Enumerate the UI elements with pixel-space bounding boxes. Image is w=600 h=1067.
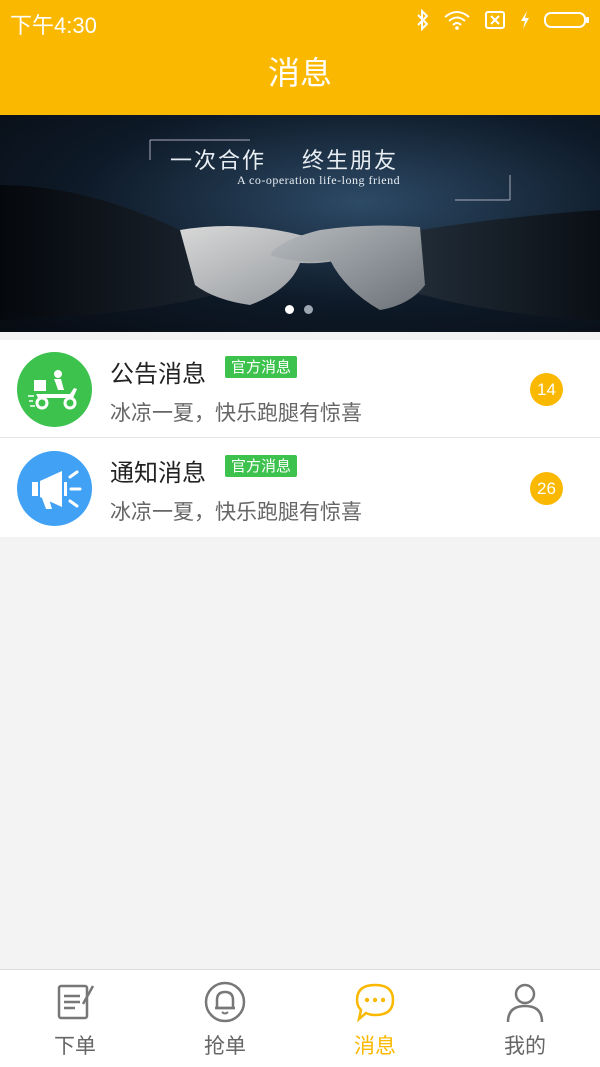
delivery-scooter-icon (27, 369, 77, 409)
carousel-indicator (285, 305, 313, 314)
battery-icon (544, 12, 589, 28)
message-item-announcement[interactable]: 公告消息 官方消息 冰凉一夏，快乐跑腿有惊喜 14 (0, 340, 600, 438)
banner-carousel[interactable]: 一次合作 终生朋友 A co-operation life-long frien… (0, 115, 600, 332)
official-tag: 官方消息 (225, 356, 298, 378)
nav-item-profile[interactable]: 我的 (450, 970, 600, 1067)
carousel-dot[interactable] (304, 305, 313, 314)
nav-item-order[interactable]: 下单 (0, 970, 150, 1067)
message-preview: 冰凉一夏，快乐跑腿有惊喜 (110, 500, 362, 524)
chat-bubble-icon (355, 983, 395, 1023)
app-header: 下午4:30 消息 (0, 0, 600, 115)
carousel-dot-active[interactable] (285, 305, 294, 314)
official-tag: 官方消息 (225, 455, 298, 477)
message-list: 公告消息 官方消息 冰凉一夏，快乐跑腿有惊喜 14 通知消息 官方消息 冰凉一夏… (0, 340, 600, 537)
message-item-notification[interactable]: 通知消息 官方消息 冰凉一夏，快乐跑腿有惊喜 26 (0, 439, 600, 537)
nav-label: 下单 (54, 1034, 96, 1058)
nav-label: 消息 (354, 1034, 396, 1058)
megaphone-icon (31, 470, 81, 509)
bell-icon (204, 981, 246, 1023)
status-bar: 下午4:30 (0, 0, 600, 40)
nav-item-messages[interactable]: 消息 (300, 970, 450, 1067)
order-form-icon (57, 984, 95, 1020)
nav-label: 我的 (504, 1034, 546, 1058)
banner-title: 一次合作 终生朋友 (170, 149, 398, 174)
message-title: 公告消息 (110, 360, 206, 388)
person-icon (506, 983, 544, 1023)
wifi-icon (444, 11, 470, 30)
nav-label: 抢单 (204, 1034, 246, 1058)
banner-subtitle: A co-operation life-long friend (237, 173, 401, 187)
status-icons (416, 6, 590, 34)
status-time: 下午4:30 (10, 13, 97, 38)
message-preview: 冰凉一夏，快乐跑腿有惊喜 (110, 401, 362, 425)
bottom-nav: 下单 抢单 消息 我的 (0, 969, 600, 1067)
unread-count-badge: 26 (530, 472, 563, 505)
nav-item-grab-order[interactable]: 抢单 (150, 970, 300, 1067)
unread-count-badge: 14 (530, 373, 563, 406)
bluetooth-icon (417, 9, 429, 31)
message-title: 通知消息 (110, 459, 206, 487)
announcement-avatar (17, 352, 92, 427)
notification-avatar (17, 451, 92, 526)
charging-icon (521, 11, 529, 29)
no-sim-icon (485, 11, 505, 29)
page-title: 消息 (267, 54, 332, 92)
